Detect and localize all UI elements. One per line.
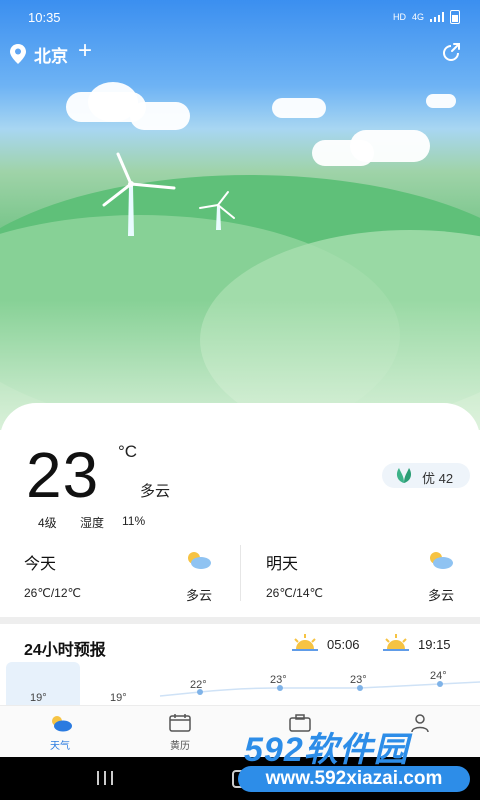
- watermark-url: www.592xiazai.com: [238, 766, 470, 792]
- status-bar: 10:35 HD 4G: [0, 0, 480, 36]
- hourly-temp: 23°: [270, 674, 287, 686]
- current-condition: 多云: [140, 483, 171, 500]
- wind-level: 4级: [38, 516, 57, 530]
- add-city-button[interactable]: +: [78, 37, 92, 65]
- city-name[interactable]: 北京: [34, 42, 68, 67]
- forecast-condition: 多云: [428, 588, 455, 603]
- battery-icon: [450, 10, 460, 24]
- nav-label: 黄历: [170, 741, 190, 752]
- hourly-temp: 19°: [110, 692, 127, 704]
- calendar-icon: [169, 714, 191, 732]
- watermark-brand: 592软件园: [244, 731, 409, 769]
- forecast-day-label: 明天: [266, 556, 299, 573]
- humidity-value: 11%: [122, 514, 146, 528]
- divider: [240, 545, 241, 601]
- watermark: 592软件园 www.592xiazai.com: [238, 722, 480, 800]
- sunset-time: 19:15: [418, 637, 451, 652]
- nav-weather[interactable]: 天气: [25, 714, 95, 752]
- aqi-value: 优 42: [422, 471, 454, 486]
- hourly-temperature-curve: [159, 681, 480, 697]
- forecast-temps: 26℃/12℃: [24, 586, 81, 600]
- windmill-icon: [102, 152, 176, 236]
- humidity-label: 湿度: [80, 516, 105, 530]
- forecast-day-label: 今天: [24, 556, 57, 573]
- partly-cloudy-icon: [430, 552, 453, 569]
- partly-cloudy-icon: [188, 552, 211, 569]
- recent-apps-icon[interactable]: [96, 771, 114, 785]
- weather-icon: [52, 716, 72, 732]
- temperature-unit: °C: [118, 442, 138, 461]
- header: 北京 +: [0, 37, 480, 70]
- hourly-title: 24小时预报: [24, 642, 106, 659]
- forecast-temps: 26℃/14℃: [266, 586, 323, 600]
- forecast-condition: 多云: [186, 588, 213, 603]
- network-indicator: 4G: [411, 12, 424, 22]
- status-time: 10:35: [28, 10, 61, 25]
- section-separator: [0, 617, 480, 624]
- hd-indicator: HD: [392, 12, 406, 22]
- leaf-icon: [396, 468, 412, 483]
- signal-icon: [430, 12, 444, 22]
- sunrise-time: 05:06: [327, 637, 360, 652]
- windmill-icon: [199, 191, 235, 230]
- sunrise-icon: [292, 634, 318, 651]
- sunset-icon: [383, 634, 409, 651]
- current-temperature: 23: [26, 439, 100, 511]
- hourly-temp: 23°: [350, 674, 367, 686]
- share-icon[interactable]: [440, 42, 462, 64]
- nav-almanac[interactable]: 黄历: [145, 714, 215, 752]
- hourly-temp: 19°: [30, 692, 47, 704]
- status-indicators: HD 4G: [393, 10, 460, 24]
- aqi-badge[interactable]: 优 42: [382, 463, 470, 488]
- nav-label: 天气: [50, 741, 70, 752]
- location-pin-icon[interactable]: [10, 44, 26, 64]
- hourly-temp: 24°: [430, 670, 447, 682]
- hourly-temp: 22°: [190, 679, 207, 691]
